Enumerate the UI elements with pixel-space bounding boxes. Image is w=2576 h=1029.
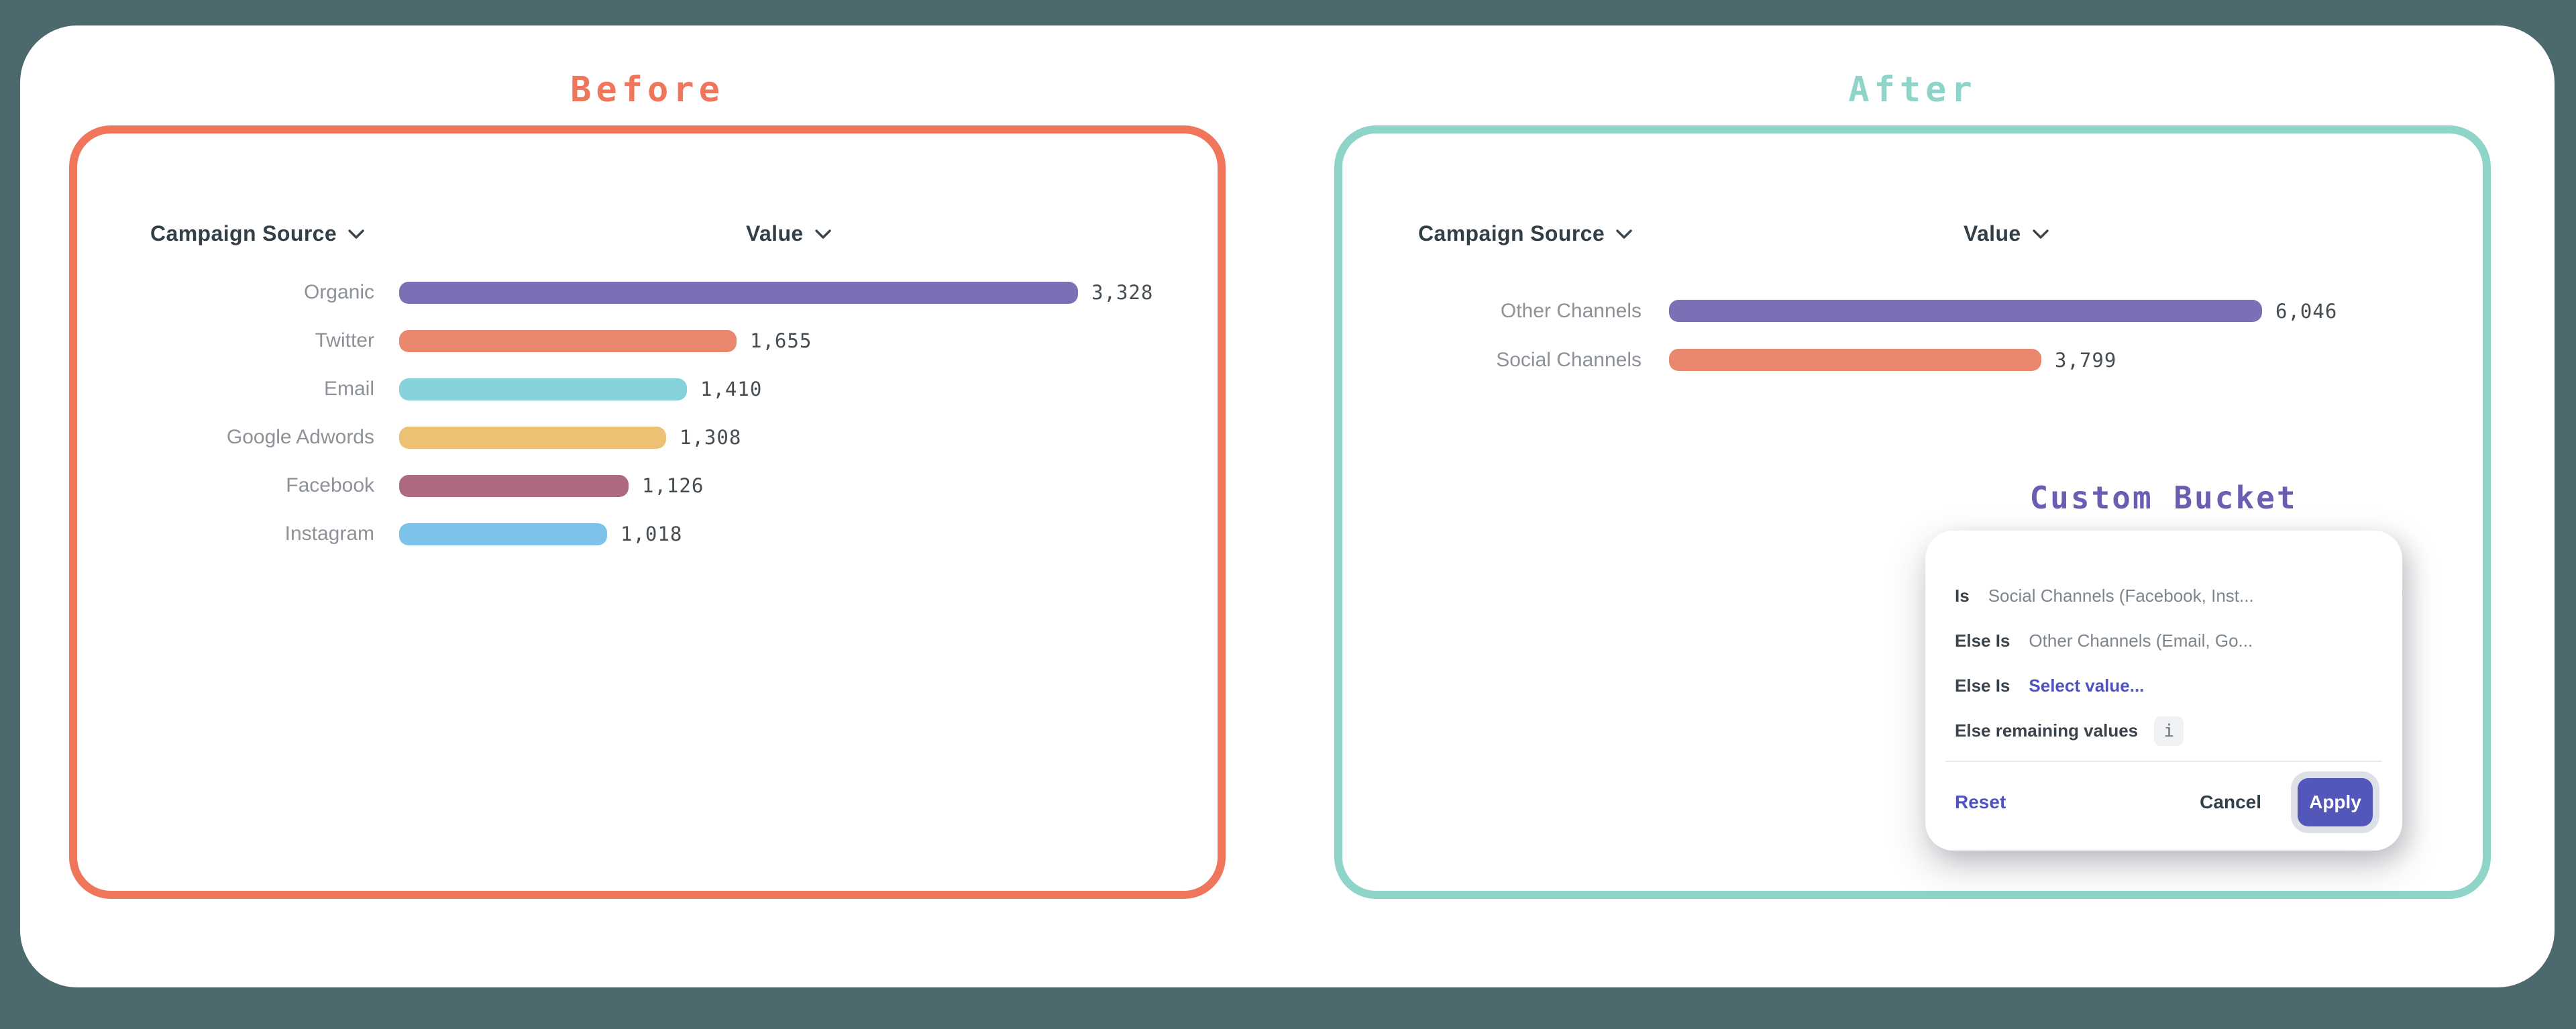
- select-value-link[interactable]: Select value...: [2029, 675, 2144, 696]
- chart-row: Organic 3,328: [77, 268, 1218, 317]
- page-background: { "app": { "background_color": "#4C696E"…: [0, 0, 2576, 1029]
- cancel-button[interactable]: Cancel: [2200, 792, 2261, 813]
- rule-condition-label: Else Is: [1955, 631, 2010, 651]
- bar-value-label: 1,655: [750, 329, 812, 352]
- rule-value-select[interactable]: Social Channels (Facebook, Inst...: [1988, 586, 2254, 606]
- bar-facebook[interactable]: [399, 475, 629, 497]
- dialog-divider: [1945, 761, 2382, 762]
- bucket-rule-2: Else Is Other Channels (Email, Go...: [1955, 618, 2382, 663]
- before-title: Before: [69, 70, 1226, 110]
- bar-organic[interactable]: [399, 282, 1078, 304]
- bar-twitter[interactable]: [399, 330, 737, 352]
- custom-bucket-dialog: Is Social Channels (Facebook, Inst... El…: [1925, 531, 2402, 851]
- bar-value-label: 1,126: [642, 474, 704, 497]
- bar-value-label: 6,046: [2275, 300, 2337, 323]
- rule-condition-label: Else Is: [1955, 675, 2010, 696]
- chevron-down-icon: [814, 229, 832, 239]
- dialog-footer: Reset Cancel Apply: [1955, 772, 2373, 832]
- after-column-header-campaign-source[interactable]: Campaign Source: [1418, 221, 1633, 246]
- category-label: Organic: [77, 281, 374, 304]
- chevron-down-icon: [2032, 229, 2049, 239]
- bar-google-adwords[interactable]: [399, 427, 666, 449]
- category-label: Instagram: [77, 523, 374, 545]
- bucket-rule-4: Else remaining values i: [1955, 708, 2382, 753]
- category-label: Other Channels: [1342, 300, 1642, 323]
- main-card: Before After Campaign Source Value Organ…: [20, 25, 2555, 987]
- chevron-down-icon: [1615, 229, 1633, 239]
- bar-instagram[interactable]: [399, 523, 607, 545]
- bar-social-channels[interactable]: [1669, 349, 2041, 371]
- chevron-down-icon: [347, 229, 365, 239]
- chart-row: Email 1,410: [77, 365, 1218, 413]
- info-icon[interactable]: i: [2154, 716, 2184, 746]
- before-chart-rows: Organic 3,328 Twitter 1,655 Email 1,410 Google…: [77, 268, 1218, 558]
- bar-value-label: 3,328: [1091, 281, 1153, 304]
- column-header-label: Campaign Source: [1418, 221, 1605, 246]
- custom-bucket-title: Custom Bucket: [1962, 480, 2365, 516]
- bar-value-label: 3,799: [2055, 349, 2116, 372]
- after-chart-rows: Other Channels 6,046 Social Channels 3,799: [1342, 286, 2483, 384]
- bucket-rule-3: Else Is Select value...: [1955, 663, 2382, 708]
- bar-other-channels[interactable]: [1669, 300, 2262, 322]
- column-header-label: Campaign Source: [150, 221, 337, 246]
- rule-value-select[interactable]: Other Channels (Email, Go...: [2029, 631, 2253, 651]
- chart-row: Instagram 1,018: [77, 510, 1218, 558]
- before-column-header-campaign-source[interactable]: Campaign Source: [150, 221, 365, 246]
- after-title: After: [1334, 70, 2491, 110]
- category-label: Social Channels: [1342, 349, 1642, 372]
- reset-button[interactable]: Reset: [1955, 792, 2006, 813]
- bucket-rule-1: Is Social Channels (Facebook, Inst...: [1955, 574, 2382, 618]
- bar-value-label: 1,410: [700, 378, 762, 400]
- after-column-header-value[interactable]: Value: [1964, 221, 2049, 246]
- chart-row: Google Adwords 1,308: [77, 413, 1218, 462]
- rule-condition-label: Is: [1955, 586, 1970, 606]
- bar-email[interactable]: [399, 378, 687, 400]
- before-column-header-value[interactable]: Value: [746, 221, 832, 246]
- chart-row: Twitter 1,655: [77, 317, 1218, 365]
- chart-row: Facebook 1,126: [77, 462, 1218, 510]
- category-label: Twitter: [77, 329, 374, 352]
- before-panel: Campaign Source Value Organic 3,328 Twitte…: [69, 125, 1226, 899]
- category-label: Email: [77, 378, 374, 400]
- bar-value-label: 1,018: [621, 523, 682, 545]
- bar-value-label: 1,308: [680, 426, 741, 449]
- category-label: Facebook: [77, 474, 374, 497]
- category-label: Google Adwords: [77, 426, 374, 449]
- rule-condition-label: Else remaining values: [1955, 720, 2138, 741]
- chart-row: Social Channels 3,799: [1342, 335, 2483, 384]
- column-header-label: Value: [1964, 221, 2021, 246]
- column-header-label: Value: [746, 221, 804, 246]
- chart-row: Other Channels 6,046: [1342, 286, 2483, 335]
- bucket-rules-list: Is Social Channels (Facebook, Inst... El…: [1955, 574, 2382, 753]
- apply-button[interactable]: Apply: [2298, 778, 2373, 826]
